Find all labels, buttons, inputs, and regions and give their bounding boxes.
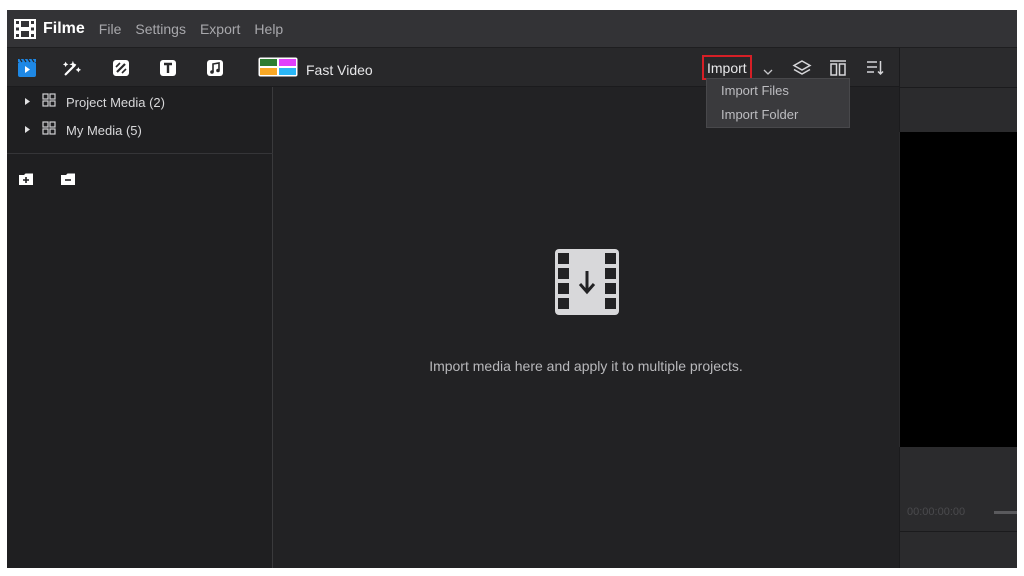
menu-bar: Filme File Settings Export Help (7, 10, 1017, 48)
grid-icon (42, 92, 56, 112)
tree-item-label: My Media (5) (66, 122, 142, 138)
fast-video-icon (258, 57, 298, 82)
audio-icon[interactable] (205, 58, 225, 78)
filme-window: Filme File Settings Export Help Fast Vid… (7, 10, 1017, 568)
grid-icon (42, 120, 56, 140)
import-button[interactable]: Import (702, 55, 752, 80)
preview-header (899, 48, 1017, 132)
divider (900, 531, 1017, 532)
menu-file[interactable]: File (99, 21, 122, 37)
tree-item-project-media[interactable]: Project Media (2) (7, 91, 273, 113)
empty-state-message: Import media here and apply it to multip… (429, 358, 743, 374)
fast-video-button[interactable]: Fast Video (258, 57, 373, 82)
transitions-icon[interactable] (111, 58, 131, 78)
divider (7, 153, 273, 154)
menu-settings[interactable]: Settings (135, 21, 186, 37)
filme-logo-icon (13, 18, 37, 40)
sort-icon[interactable] (866, 59, 884, 82)
media-drop-area[interactable]: Import media here and apply it to multip… (273, 87, 899, 568)
expand-arrow-icon[interactable] (24, 121, 31, 139)
remove-folder-icon[interactable] (60, 172, 76, 191)
effects-icon[interactable] (62, 58, 82, 78)
add-folder-icon[interactable] (18, 172, 34, 191)
timecode: 00:00:00:00 (907, 506, 966, 518)
media-icon[interactable] (17, 58, 37, 78)
brand: Filme (13, 18, 99, 40)
text-icon[interactable] (158, 58, 178, 78)
import-folder-item[interactable]: Import Folder (707, 103, 849, 127)
divider (900, 87, 1017, 88)
import-label: Import (707, 59, 747, 76)
fast-video-label: Fast Video (306, 61, 373, 78)
import-files-item[interactable]: Import Files (707, 79, 849, 103)
media-tree-panel: Project Media (2) My Media (5) (7, 87, 273, 568)
import-dropdown-menu: Import Files Import Folder (706, 78, 850, 128)
menu-help[interactable]: Help (254, 21, 283, 37)
tree-item-my-media[interactable]: My Media (5) (7, 119, 273, 141)
menu-export[interactable]: Export (200, 21, 240, 37)
tree-item-label: Project Media (2) (66, 94, 165, 110)
preview-screen (900, 132, 1017, 447)
app-name: Filme (43, 19, 85, 37)
scrubber[interactable] (994, 511, 1017, 514)
expand-arrow-icon[interactable] (24, 93, 31, 111)
import-media-icon (555, 249, 619, 320)
preview-controls: 00:00:00:00 (899, 447, 1017, 568)
